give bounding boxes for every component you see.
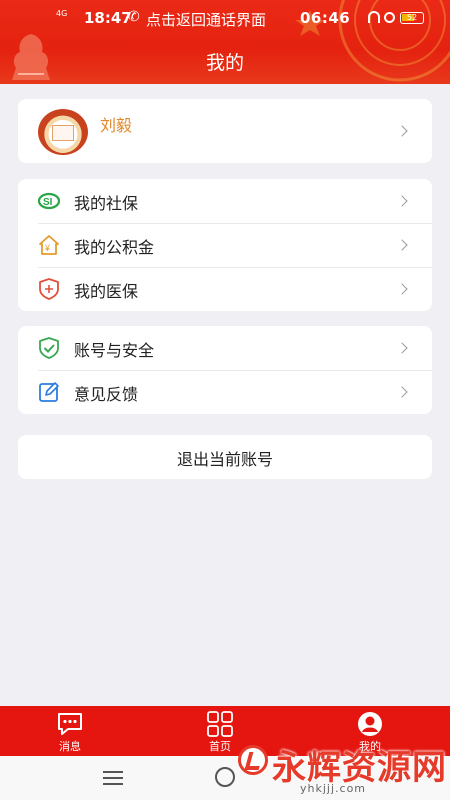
chevron-right-icon — [396, 239, 408, 251]
social-security-icon: SI — [38, 192, 60, 210]
menu-item-social-security[interactable]: SI 我的社保 — [18, 179, 432, 223]
clock-time: 06:46 — [300, 9, 351, 27]
svg-text:SI: SI — [43, 197, 53, 208]
housing-fund-icon: ¥ — [39, 235, 59, 255]
logout-label: 退出当前账号 — [176, 450, 273, 469]
edit-icon — [39, 382, 59, 402]
menu-item-medical-insurance[interactable]: 我的医保 — [18, 267, 432, 311]
chevron-right-icon — [396, 283, 408, 295]
menu-item-label: 我的公积金 — [74, 238, 155, 257]
menu-group-services: SI 我的社保 ¥ 我的公积金 我的医保 — [18, 179, 432, 311]
page-title: 我的 — [205, 52, 244, 74]
top-header: 4G 18:47 ✆ 点击返回通话界面 06:46 52 我的 — [0, 0, 450, 84]
menu-item-account-security[interactable]: 账号与安全 — [18, 326, 432, 370]
menu-item-label: 我的医保 — [74, 282, 139, 301]
phone-icon[interactable]: ✆ — [128, 9, 140, 25]
alarm-icon — [384, 12, 395, 23]
menu-item-label: 我的社保 — [74, 194, 139, 213]
menu-item-feedback[interactable]: 意见反馈 — [18, 370, 432, 414]
status-time: 18:47 — [84, 9, 132, 27]
home-circle-icon[interactable] — [215, 767, 235, 787]
status-bar: 4G 18:47 ✆ 点击返回通话界面 06:46 52 — [0, 0, 450, 36]
shield-check-icon — [39, 337, 59, 359]
tab-label: 消息 — [59, 740, 81, 753]
logout-button[interactable]: 退出当前账号 — [18, 435, 432, 479]
profile-card[interactable]: 刘毅 — [18, 99, 432, 163]
chevron-right-icon — [396, 342, 408, 354]
watermark-url: yhkjjj.com — [300, 782, 367, 795]
avatar — [38, 109, 88, 155]
network-indicator: 4G — [56, 9, 68, 18]
return-to-call-link[interactable]: 点击返回通话界面 — [146, 9, 266, 30]
menu-item-housing-fund[interactable]: ¥ 我的公积金 — [18, 223, 432, 267]
watermark-logo-icon — [238, 745, 268, 775]
chevron-right-icon — [396, 195, 408, 207]
menu-item-label: 意见反馈 — [74, 385, 139, 404]
profile-name: 刘毅 — [100, 116, 133, 135]
grid-icon — [207, 711, 233, 737]
message-icon — [58, 713, 82, 735]
menu-item-label: 账号与安全 — [74, 341, 155, 360]
svg-text:¥: ¥ — [44, 243, 51, 253]
menu-icon[interactable] — [103, 771, 123, 785]
chevron-right-icon — [396, 125, 408, 137]
chevron-right-icon — [396, 386, 408, 398]
tab-messages[interactable]: 消息 — [25, 706, 115, 756]
battery-icon: 52 — [400, 12, 424, 24]
menu-group-account: 账号与安全 意见反馈 — [18, 326, 432, 414]
user-icon — [358, 712, 382, 736]
medical-insurance-icon — [39, 278, 59, 300]
headset-icon — [368, 11, 380, 23]
